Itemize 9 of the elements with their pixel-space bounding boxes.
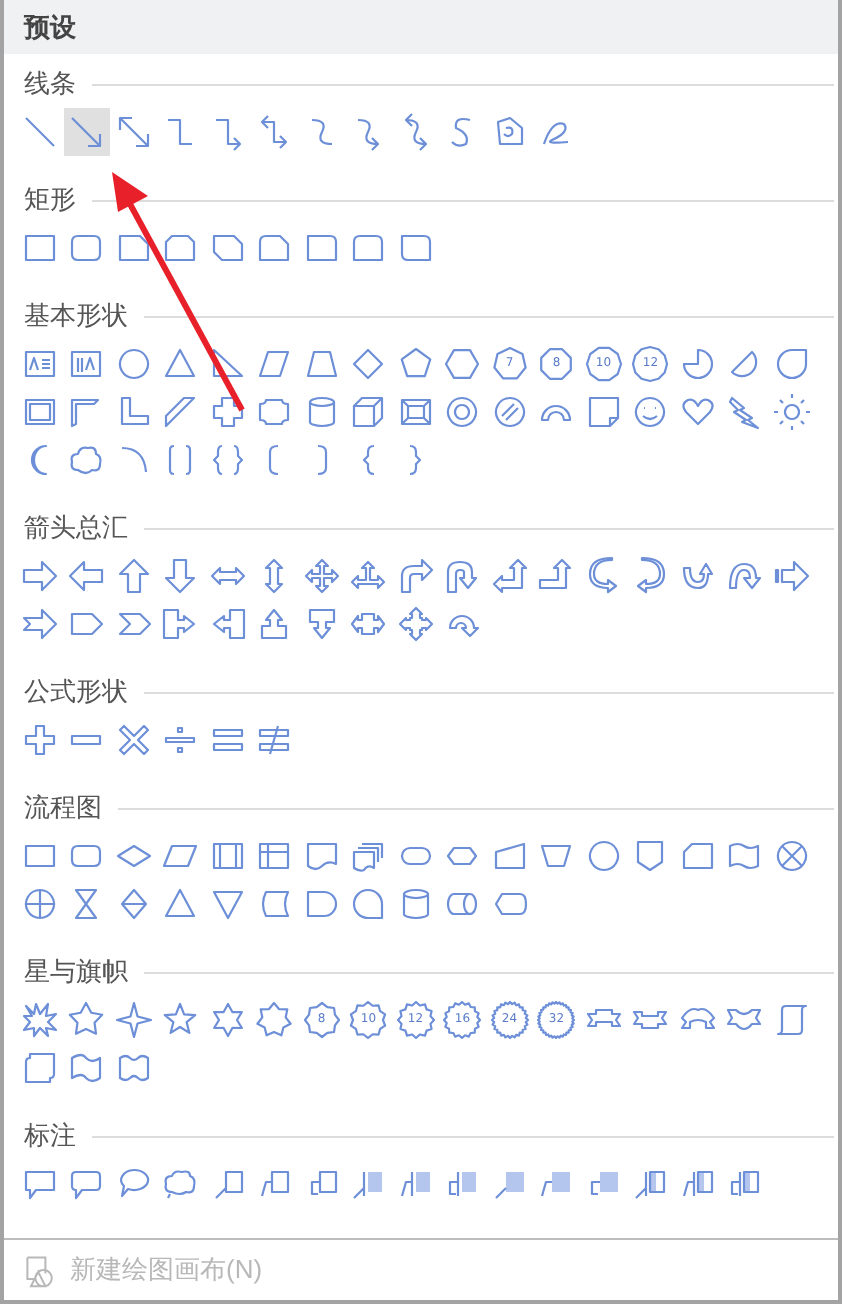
section-title: 流程图 <box>24 790 102 827</box>
header-title: 预设 <box>24 9 76 46</box>
section-title: 公式形状 <box>24 674 128 711</box>
section-title: 星与旗帜 <box>24 954 128 991</box>
section-title: 矩形 <box>24 182 76 219</box>
section-title: 基本形状 <box>24 298 128 335</box>
section-title: 线条 <box>24 66 76 103</box>
section-title: 箭头总汇 <box>24 510 128 547</box>
section-title: 标注 <box>24 1118 76 1155</box>
